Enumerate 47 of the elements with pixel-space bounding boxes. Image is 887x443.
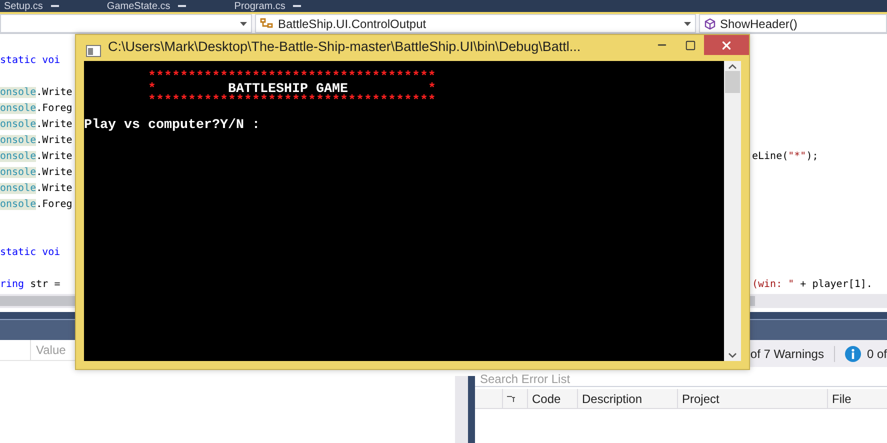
- column-header[interactable]: Code: [527, 389, 577, 408]
- column-header[interactable]: Project: [677, 389, 827, 408]
- chevron-down-icon: [728, 353, 737, 358]
- cube-icon: [704, 18, 716, 30]
- code-line: (win: " + player[1].: [752, 278, 872, 290]
- dash-icon[interactable]: [50, 5, 59, 7]
- maximize-icon: [684, 40, 696, 50]
- info-icon[interactable]: [844, 346, 861, 362]
- type-dropdown[interactable]: BattleShip.UI.ControlOutput: [255, 14, 696, 33]
- column-header[interactable]: File: [827, 389, 887, 408]
- caret-icon: [684, 22, 691, 26]
- code-line: eLine("*");: [752, 150, 818, 162]
- code-line: ring str =: [0, 278, 60, 290]
- scrollbar-thumb[interactable]: [725, 71, 740, 93]
- code-line: onsole.Write: [0, 182, 72, 194]
- filter-icon: [507, 396, 515, 402]
- window-title: C:\Users\Mark\Desktop\The-Battle-Ship-master\BattleShip.UI\bin\Debug\Battl...: [108, 39, 582, 54]
- code-line: onsole.Write: [0, 150, 72, 162]
- panel-border: [468, 376, 475, 443]
- code-line: onsole.Write: [0, 118, 72, 130]
- file-tab[interactable]: Program.cs: [234, 0, 286, 12]
- chevron-up-icon: [728, 64, 737, 69]
- code-line: static voi: [0, 246, 60, 258]
- code-line: onsole.Foreg: [0, 198, 72, 210]
- class-icon: [260, 17, 274, 30]
- close-button[interactable]: [704, 35, 749, 55]
- code-line: onsole.Write: [0, 166, 72, 178]
- dash-icon[interactable]: [178, 5, 186, 7]
- code-line: static voi: [0, 54, 60, 66]
- caret-icon: [240, 22, 247, 26]
- warnings-filter[interactable]: of 7 Warnings: [750, 346, 824, 360]
- code-line: onsole.Write: [0, 134, 72, 146]
- file-tab[interactable]: GameState.cs: [106, 0, 170, 12]
- console-app-icon: [86, 45, 101, 57]
- member-dropdown[interactable]: ShowHeader(): [699, 14, 887, 33]
- messages-filter[interactable]: 0 of: [866, 346, 887, 360]
- close-icon: [720, 38, 733, 52]
- file-tab[interactable]: Setup.cs: [4, 0, 43, 12]
- dash-icon[interactable]: [293, 5, 302, 7]
- vertical-scrollbar[interactable]: [724, 61, 741, 361]
- scrollbar-thumb[interactable]: [0, 296, 75, 306]
- code-line: onsole.Write: [0, 86, 72, 98]
- console-window[interactable]: C:\Users\Mark\Desktop\The-Battle-Ship-master\BattleShip.UI\bin\Debug\Battl... ************************************ * BATTLESHIP GAME * ************************************ Play vs computer?Y/N :: [75, 34, 750, 370]
- banner-border: ************************************: [148, 96, 436, 108]
- code-line: onsole.Foreg: [0, 102, 72, 114]
- column-header[interactable]: Description: [577, 389, 677, 408]
- console-prompt: Play vs computer?Y/N :: [84, 120, 260, 132]
